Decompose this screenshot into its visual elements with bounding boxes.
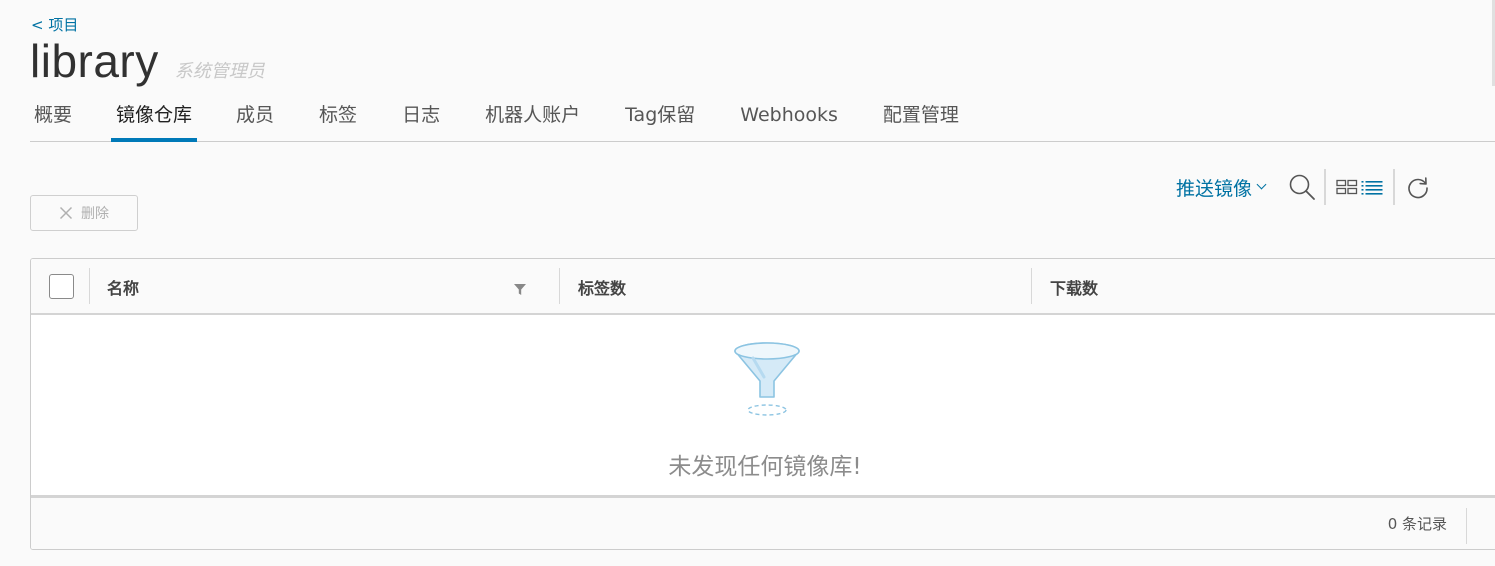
page-title: library: [30, 35, 159, 87]
back-to-projects-link[interactable]: < 项目: [31, 14, 78, 35]
tab-labels[interactable]: 标签: [315, 96, 361, 141]
push-image-dropdown[interactable]: 推送镜像: [1176, 174, 1267, 201]
refresh-icon[interactable]: [1405, 174, 1431, 200]
repository-toolbar: 推送镜像: [1176, 168, 1431, 206]
project-tabs: 概要 镜像仓库 成员 标签 日志 机器人账户 Tag保留 Webhooks 配置…: [30, 96, 1495, 142]
footer-separator: [1466, 508, 1467, 544]
tab-members[interactable]: 成员: [232, 96, 278, 141]
tab-logs[interactable]: 日志: [398, 96, 444, 141]
column-header-name[interactable]: 名称: [107, 275, 139, 299]
title-row: library 系统管理员: [30, 34, 265, 88]
list-view-icon[interactable]: [1361, 179, 1383, 195]
tab-summary[interactable]: 概要: [30, 96, 76, 141]
tab-repositories[interactable]: 镜像仓库: [111, 96, 198, 142]
column-header-pull-count[interactable]: 下载数: [1050, 275, 1098, 299]
delete-button[interactable]: 删除: [30, 195, 138, 231]
column-separator: [559, 268, 560, 304]
column-header-tag-count[interactable]: 标签数: [578, 275, 626, 299]
tab-webhooks[interactable]: Webhooks: [736, 96, 842, 141]
tab-configuration[interactable]: 配置管理: [879, 96, 963, 141]
select-all-checkbox[interactable]: [49, 274, 74, 299]
column-separator: [1031, 268, 1032, 304]
push-image-label: 推送镜像: [1176, 177, 1253, 200]
column-separator: [89, 268, 90, 304]
record-count: 0 条记录: [1387, 515, 1447, 533]
tab-robot-accounts[interactable]: 机器人账户: [481, 96, 584, 141]
toolbar-divider: [1324, 169, 1327, 205]
tab-tag-retention[interactable]: Tag保留: [621, 96, 699, 141]
filter-icon[interactable]: [514, 280, 526, 299]
empty-message: 未发现任何镜像库!: [668, 454, 862, 480]
empty-placeholder: 未发现任何镜像库!: [31, 317, 1495, 495]
user-role-label: 系统管理员: [174, 61, 265, 82]
delete-label: 删除: [81, 205, 109, 221]
search-icon[interactable]: [1287, 172, 1317, 202]
card-view-icon[interactable]: [1336, 179, 1358, 195]
datagrid-footer: 0 条记录: [31, 495, 1495, 549]
datagrid-header: 名称 标签数 下载数: [31, 259, 1495, 315]
repository-datagrid: 名称 标签数 下载数 未发现任何镜像库! 0 条记录: [30, 258, 1495, 550]
close-icon: [59, 206, 73, 220]
funnel-icon: [734, 342, 800, 416]
chevron-down-icon: [1256, 179, 1267, 190]
toolbar-divider: [1393, 169, 1396, 205]
